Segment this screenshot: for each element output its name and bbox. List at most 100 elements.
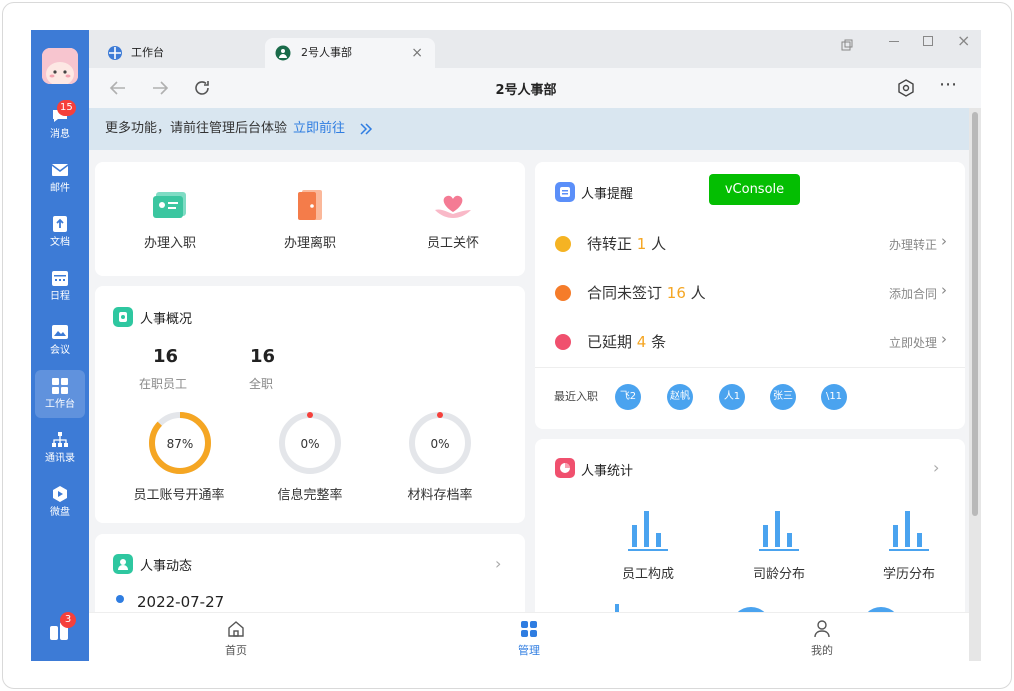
vconsole-button[interactable]: vConsole xyxy=(709,174,800,205)
org-chart-icon xyxy=(52,432,68,447)
contract-icon xyxy=(555,285,571,301)
maximize-icon[interactable] xyxy=(923,36,933,46)
banner-link[interactable]: 立即前往 xyxy=(293,121,345,136)
recent-employee-chip[interactable]: 赵帆 xyxy=(667,384,693,410)
reminder-row[interactable]: 合同未签订 16 人 添加合同 › xyxy=(535,273,965,313)
stat-label: 全职 xyxy=(249,377,274,391)
rail-app-store[interactable]: 3 xyxy=(48,612,76,642)
exit-door-icon xyxy=(298,190,322,220)
more-icon[interactable]: ⋯ xyxy=(939,74,958,95)
offboard-action[interactable]: 办理离职 xyxy=(265,188,355,251)
reminder-row[interactable]: 待转正 1 人 办理转正 › xyxy=(535,224,965,264)
rail-item-calendar[interactable]: 日程 xyxy=(35,262,85,310)
chevron-right-icon[interactable]: › xyxy=(933,458,939,477)
action-label: 办理入职 xyxy=(143,236,196,251)
ring-label: 材料存档率 xyxy=(407,488,473,503)
nav-label: 管理 xyxy=(518,644,540,657)
rail-item-drive[interactable]: 微盘 xyxy=(35,478,85,526)
scrollbar-thumb[interactable] xyxy=(972,112,978,516)
scrollbar[interactable] xyxy=(969,108,981,661)
ring-label: 信息完整率 xyxy=(277,488,343,503)
rail-item-mail[interactable]: 邮件 xyxy=(35,154,85,202)
dynamics-card[interactable]: 人事动态 › 2022-07-27 xyxy=(95,534,525,624)
stat-label: 在职员工 xyxy=(139,377,188,391)
recent-employee-chip[interactable]: 人1 xyxy=(719,384,745,410)
rail-label: 日程 xyxy=(50,291,70,302)
mail-icon xyxy=(51,164,69,176)
avatar[interactable] xyxy=(42,48,78,84)
browser-toolbar: 2号人事部 ⋯ xyxy=(89,68,981,108)
tab-workbench[interactable]: 工作台 xyxy=(103,38,263,68)
ring-percent-text: 0% xyxy=(300,437,319,451)
nav-label: 首页 xyxy=(225,644,247,657)
close-icon[interactable]: × xyxy=(411,38,423,68)
stat-tenure[interactable]: 司龄分布 xyxy=(724,507,834,582)
rail-label: 邮件 xyxy=(50,183,70,194)
quick-actions-card: 办理入职 办理离职 员工关怀 xyxy=(95,162,525,276)
pin-window-icon[interactable] xyxy=(841,36,853,51)
reminder-action[interactable]: 立即处理 xyxy=(889,334,937,351)
chevron-right-icon: › xyxy=(941,330,947,348)
reminder-text: 合同未签订 16 人 xyxy=(587,284,706,302)
manage-grid-icon xyxy=(521,621,537,637)
onboard-action[interactable]: 办理入职 xyxy=(125,188,215,251)
window-close-icon[interactable]: × xyxy=(957,31,970,51)
location-pin-icon xyxy=(116,595,124,603)
meeting-icon xyxy=(52,325,68,339)
rail-item-messages[interactable]: 消息 15 xyxy=(35,100,85,148)
rail-item-meeting[interactable]: 会议 xyxy=(35,316,85,364)
dynamics-title: 人事动态 xyxy=(140,559,193,574)
id-card-icon xyxy=(153,192,186,218)
chevron-right-icon: › xyxy=(941,232,947,250)
rail-item-workbench[interactable]: 工作台 xyxy=(35,370,85,418)
ring-percent-text: 0% xyxy=(430,437,449,451)
nav-manage[interactable]: 管理 xyxy=(489,613,569,661)
reminder-action[interactable]: 办理转正 xyxy=(889,236,937,253)
settings-hexagon-icon[interactable] xyxy=(897,79,915,97)
progress-ring: 0% xyxy=(409,412,471,474)
stats-pie-icon xyxy=(555,458,575,478)
tab-bar: 工作台 2号人事部 × × xyxy=(89,30,981,68)
ring-label: 员工账号开通率 xyxy=(133,488,225,503)
recent-employee-chip[interactable]: 张三 xyxy=(770,384,796,410)
workbench-icon xyxy=(108,46,122,60)
rail-label: 微盘 xyxy=(50,507,70,518)
stat-employee-composition[interactable]: 员工构成 xyxy=(593,507,703,582)
calendar-icon xyxy=(52,271,68,286)
rail-label: 消息 xyxy=(50,129,70,140)
nav-me[interactable]: 我的 xyxy=(782,613,862,661)
rail-item-contacts[interactable]: 通讯录 xyxy=(35,424,85,472)
stat-item-label: 员工构成 xyxy=(621,567,674,582)
reminder-text: 已延期 4 条 xyxy=(587,333,667,351)
banner-text: 更多功能，请前往管理后台体验 xyxy=(105,121,288,136)
admin-banner: 更多功能，请前往管理后台体验 立即前往 xyxy=(89,108,969,150)
care-action[interactable]: 员工关怀 xyxy=(408,188,498,251)
left-rail: 消息 15 邮件 文档 日程 会议 工作台 通讯录 微盘 3 xyxy=(31,30,89,661)
chevron-right-icon[interactable]: › xyxy=(495,554,501,573)
heart-hand-icon xyxy=(435,195,471,218)
dynamics-date: 2022-07-27 xyxy=(137,593,225,611)
page-title: 2号人事部 xyxy=(495,83,557,98)
reminder-action[interactable]: 添加合同 xyxy=(889,285,937,302)
recent-employee-chip[interactable]: 飞2 xyxy=(615,384,641,410)
progress-ring: 0% xyxy=(279,412,341,474)
bar-chart-icon xyxy=(628,511,668,551)
chevron-right-icon: › xyxy=(941,281,947,299)
reminder-icon xyxy=(555,182,575,202)
reminder-row[interactable]: 已延期 4 条 立即处理 › xyxy=(535,322,965,362)
recent-employee-chip[interactable]: \11 xyxy=(821,384,847,410)
nav-home[interactable]: 首页 xyxy=(196,613,276,661)
action-label: 员工关怀 xyxy=(426,236,479,251)
unread-badge: 15 xyxy=(57,100,76,116)
rail-label: 通讯录 xyxy=(45,453,75,464)
action-label: 办理离职 xyxy=(283,236,336,251)
rail-item-docs[interactable]: 文档 xyxy=(35,208,85,256)
rail-label: 文档 xyxy=(50,237,70,248)
tab-hr[interactable]: 2号人事部 × xyxy=(265,38,435,68)
stat-education[interactable]: 学历分布 xyxy=(854,507,964,582)
stats-card: 人事统计 › 员工构成 司龄分布 学历分布 xyxy=(535,439,965,647)
double-chevron-right-icon[interactable] xyxy=(359,123,373,135)
minimize-icon[interactable] xyxy=(889,41,899,42)
ring-start-dot xyxy=(307,412,313,418)
progress-ring: 87% xyxy=(149,412,211,474)
